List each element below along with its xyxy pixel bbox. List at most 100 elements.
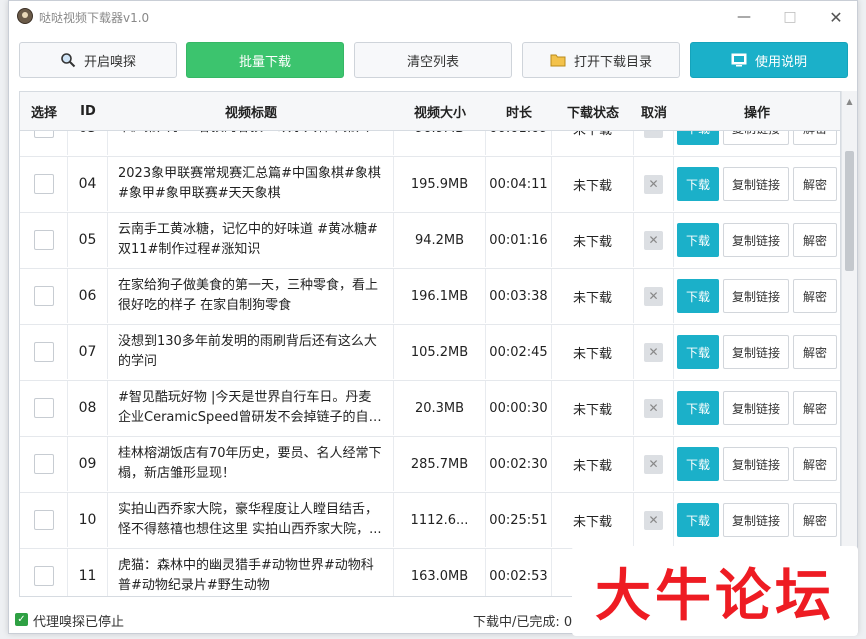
video-title: 实拍山西乔家大院，豪华程度让人瞠目结舌，怪不得慈禧也想住这里 实拍山西乔家大院，… [118,502,382,537]
table-row: 07 没想到130多年前发明的雨刷背后还有这么大的学问 105.2MB 00:02:4… [20,325,840,381]
title-cell: 在家给狗子做美食的第一天，三种零食，看上很好吃的样子 在家自制狗零食 [108,269,394,323]
parse-button[interactable]: 解密 [793,391,837,425]
row-checkbox[interactable] [33,454,54,474]
parse-button[interactable]: 解密 [793,279,837,313]
download-button[interactable]: 下载 [677,167,719,201]
table-row: 08 #智见酷玩好物 |今天是世界自行车日。丹麦企业CeramicSpeed曾研发… [20,381,840,437]
parse-button[interactable]: 解密 [793,335,837,369]
status-cell: 未下载 [552,213,634,267]
download-progress-text: 下载中/已完成: 0/ [473,615,577,630]
download-button[interactable]: 下载 [677,503,719,537]
cancel-icon[interactable]: ✕ [644,286,663,306]
scrollbar-thumb[interactable] [845,151,854,271]
app-window: 哒哒视频下载器v1.0 — □ ✕ 开启嗅探 批量下载 清空列表 打开下载目录 [8,0,858,634]
size-cell: 105.2MB [394,325,486,379]
title-cell: 桂林榕湖饭店有70年历史，要员、名人经常下榻，新店雏形显现！ [108,437,394,491]
download-button[interactable]: 下载 [677,223,719,257]
start-sniff-button[interactable]: 开启嗅探 [19,42,177,78]
cancel-icon[interactable]: ✕ [644,398,663,418]
watermark-text: 大牛论坛 [595,563,835,629]
vertical-scrollbar[interactable]: ▲ ▼ [841,91,857,597]
header-title: 视频标题 [224,105,277,121]
download-button[interactable]: 下载 [677,447,719,481]
cancel-icon[interactable]: ✕ [644,174,663,194]
copy-link-button[interactable]: 复制链接 [723,130,789,145]
parse-button[interactable]: 解密 [793,130,837,145]
check-icon: ✓ [15,613,28,626]
row-checkbox[interactable] [33,130,54,138]
ops-cell: 下载复制链接解密 [674,130,840,155]
cancel-icon[interactable]: ✕ [644,510,663,530]
batch-download-button[interactable]: 批量下载 [186,42,344,78]
download-button[interactable]: 下载 [677,335,719,369]
row-checkbox[interactable] [33,510,54,530]
select-cell [20,381,68,435]
download-button[interactable]: 下载 [677,391,719,425]
parse-button[interactable]: 解密 [793,503,837,537]
monitor-icon [731,53,747,67]
copy-link-button[interactable]: 复制链接 [723,279,789,313]
size-cell: 94.2MB [394,213,486,267]
duration-cell: 00:02:45 [486,325,552,379]
cancel-icon[interactable]: ✕ [644,130,663,138]
header-select: 选择 [30,105,57,121]
select-cell [20,269,68,323]
cancel-icon[interactable]: ✕ [644,230,663,250]
clear-list-button[interactable]: 清空列表 [354,42,512,78]
copy-link-button[interactable]: 复制链接 [723,503,789,537]
copy-link-button[interactable]: 复制链接 [723,335,789,369]
cancel-cell: ✕ [634,493,674,547]
row-checkbox[interactable] [33,286,54,306]
table-row: 06 在家给狗子做美食的第一天，三种零食，看上很好吃的样子 在家自制狗零食 196.… [20,269,840,325]
close-button[interactable]: ✕ [813,5,859,29]
scroll-up-arrow-icon[interactable]: ▲ [842,93,857,109]
cancel-cell: ✕ [634,269,674,323]
download-button[interactable]: 下载 [677,130,719,145]
maximize-button[interactable]: □ [767,5,813,29]
cancel-icon[interactable]: ✕ [644,342,663,362]
table-rows: 03 卡》第六季 #甘孜的甘孜 #欢乐大林卡第六... 96.9MB00:01:09… [20,130,840,596]
duration-cell: 00:02:30 [486,437,552,491]
open-download-dir-button[interactable]: 打开下载目录 [522,42,680,78]
title-cell: 2023象甲联赛常规赛汇总篇#中国象棋#象棋#象甲#象甲联赛#天天象棋 [108,157,394,211]
row-checkbox[interactable] [33,566,54,586]
status-cell: 未下载 [552,381,634,435]
minimize-button[interactable]: — [721,5,767,29]
row-checkbox[interactable] [33,174,54,194]
copy-link-button[interactable]: 复制链接 [723,391,789,425]
clear-list-label: 清空列表 [406,54,459,70]
copy-link-button[interactable]: 复制链接 [723,167,789,201]
size-cell: 195.9MB [394,157,486,211]
duration-cell: 00:01:09 [486,130,552,155]
select-cell [20,549,68,596]
help-button[interactable]: 使用说明 [690,42,848,78]
select-cell [20,437,68,491]
copy-link-button[interactable]: 复制链接 [723,223,789,257]
id-cell: 04 [68,157,108,211]
batch-download-label: 批量下载 [238,54,291,70]
select-cell [20,493,68,547]
header-ops: 操作 [743,105,770,121]
table-header: 选择 ID 视频标题 视频大小 时长 下载状态 取消 操作 [20,92,840,131]
select-cell [20,325,68,379]
select-cell [20,213,68,267]
video-title: 桂林榕湖饭店有70年历史，要员、名人经常下榻，新店雏形显现！ [118,446,382,481]
row-checkbox[interactable] [33,398,54,418]
parse-button[interactable]: 解密 [793,167,837,201]
table-body: 03 卡》第六季 #甘孜的甘孜 #欢乐大林卡第六... 96.9MB00:01:09… [20,130,840,596]
download-button[interactable]: 下载 [677,279,719,313]
id-cell: 03 [68,130,108,155]
cancel-icon[interactable]: ✕ [644,454,663,474]
video-title: 卡》第六季 #甘孜的甘孜 #欢乐大林卡第六... [118,130,381,138]
status-cell: 未下载 [552,437,634,491]
cancel-cell: ✕ [634,381,674,435]
copy-link-button[interactable]: 复制链接 [723,447,789,481]
row-checkbox[interactable] [33,230,54,250]
row-checkbox[interactable] [33,342,54,362]
parse-button[interactable]: 解密 [793,447,837,481]
status-cell: 未下载 [552,325,634,379]
header-size: 视频大小 [413,105,466,121]
parse-button[interactable]: 解密 [793,223,837,257]
id-cell: 08 [68,381,108,435]
id-cell: 09 [68,437,108,491]
